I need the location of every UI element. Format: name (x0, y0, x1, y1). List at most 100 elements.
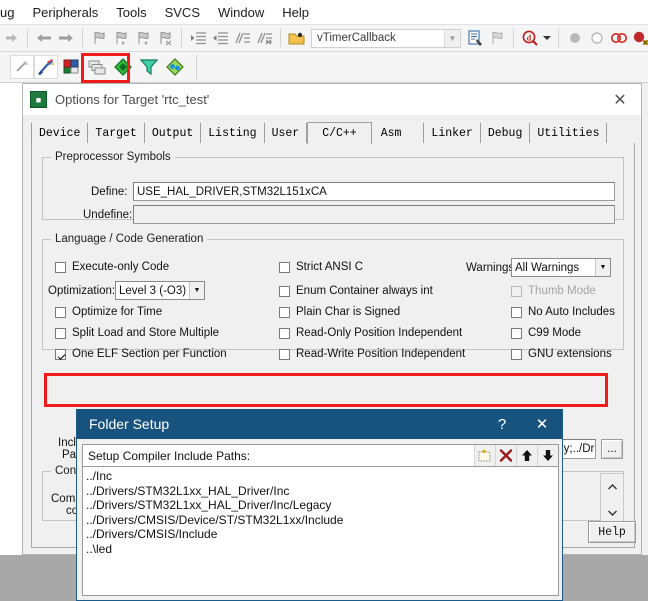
new-folder-icon[interactable] (474, 445, 495, 466)
tab-user[interactable]: User (265, 123, 308, 143)
configuration-wizard-green-icon[interactable] (110, 56, 136, 78)
scroll-up-button[interactable] (601, 474, 623, 500)
list-item[interactable]: ..\led (86, 542, 558, 557)
move-up-icon[interactable] (516, 445, 537, 466)
checkbox-box[interactable] (55, 306, 66, 318)
menu-item-peripherals[interactable]: Peripherals (23, 5, 107, 20)
include-paths-list[interactable]: ../Inc ../Drivers/STM32L1xx_HAL_Driver/I… (82, 467, 559, 596)
close-icon[interactable]: ✕ (599, 84, 641, 115)
breakpoint-empty-icon[interactable] (586, 27, 608, 49)
checkbox-box[interactable] (511, 348, 522, 360)
bookmark-prev-icon[interactable] (110, 27, 132, 49)
bookmark-clear-icon[interactable] (154, 27, 176, 49)
list-item[interactable]: ../Inc (86, 469, 558, 484)
checkbox-execute-only-code[interactable]: Execute-only Code (55, 261, 169, 273)
indent-increase-icon[interactable] (187, 27, 209, 49)
help-button[interactable]: Help (588, 521, 636, 543)
checkbox-one-elf-section-per-function[interactable]: One ELF Section per Function (55, 348, 227, 360)
checkbox-c99-mode[interactable]: C99 Mode (511, 327, 581, 339)
checkbox-box[interactable] (279, 306, 290, 318)
tab-target[interactable]: Target (88, 123, 145, 143)
include-paths-browse-button[interactable]: ... (601, 439, 623, 459)
help-icon[interactable]: ? (482, 409, 522, 439)
dialog-title-bar: ■ Options for Target 'rtc_test' ✕ (23, 84, 641, 116)
comment-lines-icon[interactable] (231, 27, 253, 49)
manage-components-icon[interactable] (58, 56, 84, 78)
breakpoints-disable-icon[interactable] (608, 27, 630, 49)
bookmark-flag-icon[interactable] (486, 27, 508, 49)
tab-c-cpp[interactable]: C/C++ (307, 122, 372, 144)
open-file-icon[interactable] (286, 27, 308, 49)
chevron-down-icon[interactable]: ▼ (444, 29, 460, 47)
toolbar-separator (513, 29, 514, 47)
checkbox-box[interactable] (55, 261, 66, 273)
toolbar-separator (558, 29, 559, 47)
folder-setup-title-buttons: ? ✕ (482, 409, 562, 439)
checkbox-box[interactable] (279, 327, 290, 339)
checkbox-enum-container-always-int[interactable]: Enum Container always int (279, 285, 433, 297)
checkbox-split-load-and-store-multiple[interactable]: Split Load and Store Multiple (55, 327, 219, 339)
tab-debug[interactable]: Debug (481, 123, 531, 143)
tab-device[interactable]: Device (31, 123, 89, 143)
checkbox-read-write-position-independent[interactable]: Read-Write Position Independent (279, 348, 465, 360)
bookmark-next-icon[interactable] (132, 27, 154, 49)
menu-bar: ug Peripherals Tools SVCS Window Help (0, 0, 648, 24)
checkbox-box[interactable] (55, 327, 66, 339)
dropdown-caret-icon[interactable] (541, 27, 553, 49)
checkbox-plain-char-is-signed[interactable]: Plain Char is Signed (279, 306, 400, 318)
include-paths-browse-label: ... (607, 443, 617, 455)
checkbox-box[interactable] (511, 306, 522, 318)
language-code-generation-legend: Language / Code Generation (55, 233, 204, 245)
undefine-input[interactable] (133, 205, 615, 224)
checkbox-read-only-position-independent[interactable]: Read-Only Position Independent (279, 327, 462, 339)
checkbox-optimize-for-time[interactable]: Optimize for Time (55, 306, 162, 318)
delete-icon[interactable] (495, 445, 516, 466)
breakpoint-filled-icon[interactable] (564, 27, 586, 49)
manage-project-items-icon[interactable] (84, 56, 110, 78)
checkbox-box[interactable] (55, 348, 66, 360)
find-in-files-icon[interactable] (464, 27, 486, 49)
options-for-target-icon[interactable] (34, 55, 58, 79)
close-icon[interactable]: ✕ (522, 409, 562, 439)
checkbox-box[interactable] (279, 348, 290, 360)
checkbox-strict-ansi-c[interactable]: Strict ANSI C (279, 261, 363, 273)
chevron-down-icon[interactable]: ▼ (189, 282, 204, 299)
checkbox-gnu-extensions[interactable]: GNU extensions (511, 348, 612, 360)
warnings-combo[interactable]: All Warnings ▼ (511, 258, 611, 277)
menu-item-tools[interactable]: Tools (107, 5, 155, 20)
undo-icon[interactable] (0, 27, 22, 49)
list-item[interactable]: ../Drivers/CMSIS/Include (86, 527, 558, 542)
checkbox-no-auto-includes[interactable]: No Auto Includes (511, 306, 615, 318)
checkbox-box[interactable] (279, 285, 290, 297)
optimization-combo[interactable]: Level 3 (-O3) ▼ (115, 281, 205, 300)
multi-project-icon[interactable] (162, 56, 188, 78)
build-target-icon[interactable] (10, 55, 34, 79)
indent-decrease-icon[interactable] (209, 27, 231, 49)
checkbox-box[interactable] (511, 327, 522, 339)
menu-item-window[interactable]: Window (209, 5, 273, 20)
menu-item-svcs[interactable]: SVCS (156, 5, 209, 20)
control-string-scrollbar[interactable] (600, 473, 624, 526)
forward-arrow-icon[interactable] (55, 27, 77, 49)
chevron-down-icon[interactable]: ▼ (595, 259, 610, 276)
move-down-icon[interactable] (537, 445, 558, 466)
list-item[interactable]: ../Drivers/STM32L1xx_HAL_Driver/Inc (86, 484, 558, 499)
tab-utilities[interactable]: Utilities (530, 123, 608, 143)
back-arrow-icon[interactable] (33, 27, 55, 49)
define-input[interactable]: USE_HAL_DRIVER,STM32L151xCA (133, 182, 615, 201)
filter-icon[interactable] (136, 56, 162, 78)
menu-item-help[interactable]: Help (273, 5, 318, 20)
uncomment-lines-icon[interactable] (253, 27, 275, 49)
checkbox-box[interactable] (279, 261, 290, 273)
tab-output[interactable]: Output (145, 123, 202, 143)
bookmark-toggle-icon[interactable] (88, 27, 110, 49)
breakpoints-kill-icon[interactable] (630, 27, 648, 49)
tab-linker[interactable]: Linker (424, 123, 481, 143)
debug-search-icon[interactable]: d (519, 27, 541, 49)
list-item[interactable]: ../Drivers/STM32L1xx_HAL_Driver/Inc/Lega… (86, 498, 558, 513)
tab-asm[interactable]: Asm (372, 123, 425, 143)
menu-item-debug[interactable]: ug (0, 5, 23, 20)
function-selector-combo[interactable]: vTimerCallback ▼ (311, 28, 461, 48)
tab-listing[interactable]: Listing (201, 123, 265, 143)
list-item[interactable]: ../Drivers/CMSIS/Device/ST/STM32L1xx/Inc… (86, 513, 558, 528)
